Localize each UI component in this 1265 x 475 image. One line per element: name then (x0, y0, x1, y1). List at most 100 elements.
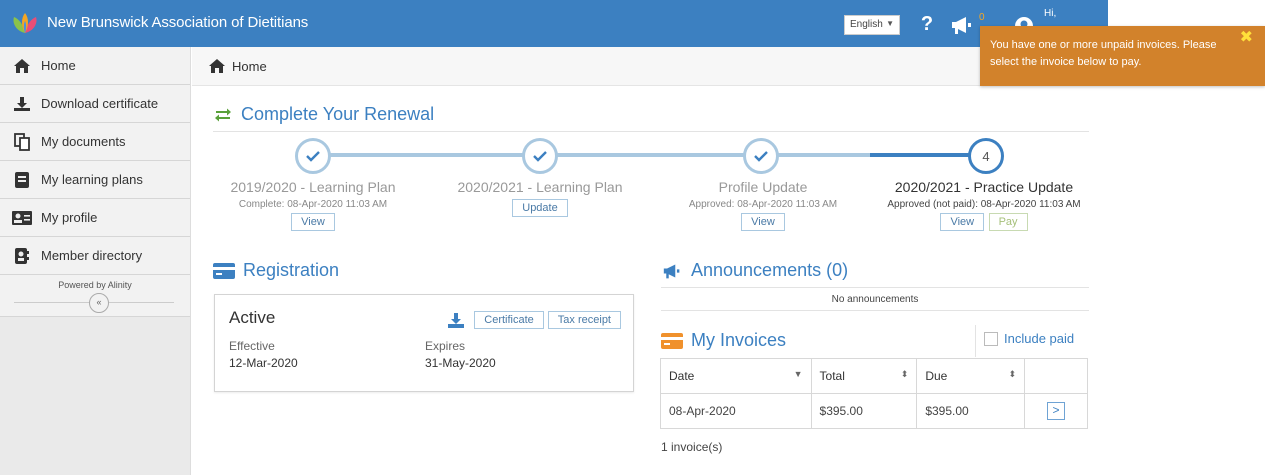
divider (661, 287, 1089, 288)
language-select[interactable]: English ▼ (844, 15, 900, 35)
expires-value: 31-May-2020 (425, 356, 496, 370)
column-header-due[interactable]: Due ⬍ (916, 358, 1026, 394)
address-book-icon (12, 247, 32, 265)
id-card-icon (12, 209, 32, 227)
notification-count: 0 (979, 12, 985, 23)
sort-icon: ⬍ (1008, 369, 1017, 379)
step-title: 2020/2021 - Practice Update (894, 179, 1074, 195)
toast-message: You have one or more unpaid invoices. Pl… (990, 39, 1217, 68)
step-3-check-icon (743, 138, 779, 174)
invoices-table: Date ▼ Total ⬍ Due ⬍ 08-Apr-2020 $395.00 $3… (660, 358, 1088, 429)
column-header-total[interactable]: Total ⬍ (810, 358, 918, 394)
divider (213, 131, 1089, 132)
open-invoice-button[interactable]: > (1047, 402, 1066, 420)
breadcrumb-home[interactable]: Home (232, 59, 267, 74)
registration-title: Registration (243, 260, 340, 280)
top-bar: New Brunswick Association of Dietitians … (0, 0, 1108, 47)
include-paid-toggle[interactable]: Include paid (984, 331, 1074, 346)
renewal-title: Complete Your Renewal (241, 104, 435, 124)
credit-card-icon (661, 332, 683, 349)
refresh-icon (215, 108, 231, 121)
documents-icon (12, 132, 32, 151)
step-practice-update: 2020/2021 - Practice Update Approved (no… (864, 179, 1104, 231)
download-icon[interactable] (448, 312, 465, 328)
sidebar-item-my-learning-plans[interactable]: My learning plans (0, 161, 190, 199)
step-status: Approved: 08-Apr-2020 11:03 AM (688, 199, 838, 210)
view-button[interactable]: View (940, 213, 985, 231)
include-paid-checkbox[interactable] (984, 331, 998, 346)
help-button[interactable]: ? (910, 6, 944, 42)
sidebar-item-label: My profile (41, 210, 98, 225)
language-value: English (850, 19, 883, 30)
sidebar-item-label: Home (41, 58, 76, 73)
step-title: 2019/2020 - Learning Plan (230, 179, 396, 195)
step-learning-plan-2019: 2019/2020 - Learning Plan Complete: 08-A… (193, 179, 433, 231)
renewal-section-title: Complete Your Renewal (213, 104, 434, 125)
sort-icon: ⬍ (900, 369, 909, 379)
home-icon (208, 58, 226, 74)
step-1-check-icon (295, 138, 331, 174)
view-button[interactable]: View (741, 213, 785, 231)
breadcrumb: Home (192, 47, 1108, 86)
sidebar-item-label: Member directory (41, 248, 143, 263)
sidebar-item-download-certificate[interactable]: Download certificate (0, 85, 190, 123)
sort-down-icon: ▼ (793, 369, 803, 379)
app-title: New Brunswick Association of Dietitians (47, 14, 309, 31)
registration-status: Active (229, 308, 276, 327)
effective-value: 12-Mar-2020 (229, 356, 298, 370)
close-icon[interactable]: ✖ (1240, 29, 1253, 46)
divider (975, 325, 976, 357)
sidebar-item-label: My learning plans (41, 172, 143, 187)
column-header-date[interactable]: Date ▼ (660, 358, 812, 394)
collapse-sidebar-button[interactable]: « (89, 293, 109, 313)
divider (661, 310, 1089, 311)
include-paid-label: Include paid (1004, 331, 1075, 346)
download-icon (12, 95, 32, 113)
expires-label: Expires (425, 339, 466, 353)
pay-button[interactable]: Pay (988, 213, 1028, 231)
powered-by: Powered by Alinity « (0, 275, 190, 317)
sidebar-item-label: Download certificate (41, 96, 159, 111)
step-2-check-icon (522, 138, 558, 174)
step-title: 2020/2021 - Learning Plan (457, 179, 623, 195)
megaphone-icon (952, 17, 971, 34)
registration-card: Active Certificate Tax receipt Effective… (214, 294, 634, 392)
credit-card-icon (213, 262, 235, 279)
certificate-button[interactable]: Certificate (474, 311, 544, 329)
update-button[interactable]: Update (512, 199, 568, 217)
megaphone-icon (663, 263, 680, 278)
invoice-due: $395.00 (916, 393, 1026, 429)
column-header-action (1024, 358, 1088, 394)
announcements-title: Announcements (0) (691, 260, 849, 280)
powered-by-text: Powered by Alinity (58, 280, 132, 290)
unpaid-invoice-toast: You have one or more unpaid invoices. Pl… (980, 26, 1265, 86)
invoice-date: 08-Apr-2020 (660, 393, 812, 429)
table-header-row: Date ▼ Total ⬍ Due ⬍ (660, 358, 1088, 394)
sidebar-item-home[interactable]: Home (0, 47, 190, 85)
sidebar-item-my-profile[interactable]: My profile (0, 199, 190, 237)
invoices-title: My Invoices (691, 330, 787, 350)
notebook-icon (12, 171, 32, 189)
sidebar-item-my-documents[interactable]: My documents (0, 123, 190, 161)
sidebar: Home Download certificate My documents M… (0, 47, 191, 475)
step-title: Profile Update (718, 179, 808, 195)
registration-section-title: Registration (213, 260, 339, 281)
chevron-down-icon: ▼ (886, 19, 894, 28)
registration-actions: Certificate Tax receipt (448, 311, 621, 329)
table-row[interactable]: 08-Apr-2020 $395.00 $395.00 > (660, 393, 1088, 429)
step-4-number: 4 (968, 138, 1004, 174)
announcements-section-title: Announcements (0) (661, 260, 848, 281)
step-learning-plan-2020: 2020/2021 - Learning Plan Update (420, 179, 660, 217)
invoice-total: $395.00 (810, 393, 918, 429)
user-greeting: Hi, (1044, 8, 1057, 19)
sidebar-item-member-directory[interactable]: Member directory (0, 237, 190, 275)
step-profile-update: Profile Update Approved: 08-Apr-2020 11:… (643, 179, 883, 231)
progress-track-current (870, 153, 980, 157)
step-status: Complete: 08-Apr-2020 11:03 AM (238, 199, 388, 210)
announcements-empty: No announcements (831, 294, 919, 305)
effective-label: Effective (229, 339, 275, 353)
step-status: Approved (not paid): 08-Apr-2020 11:03 A… (887, 199, 1081, 210)
view-button[interactable]: View (291, 213, 335, 231)
invoices-section-title: My Invoices (661, 330, 786, 351)
tax-receipt-button[interactable]: Tax receipt (547, 311, 621, 329)
